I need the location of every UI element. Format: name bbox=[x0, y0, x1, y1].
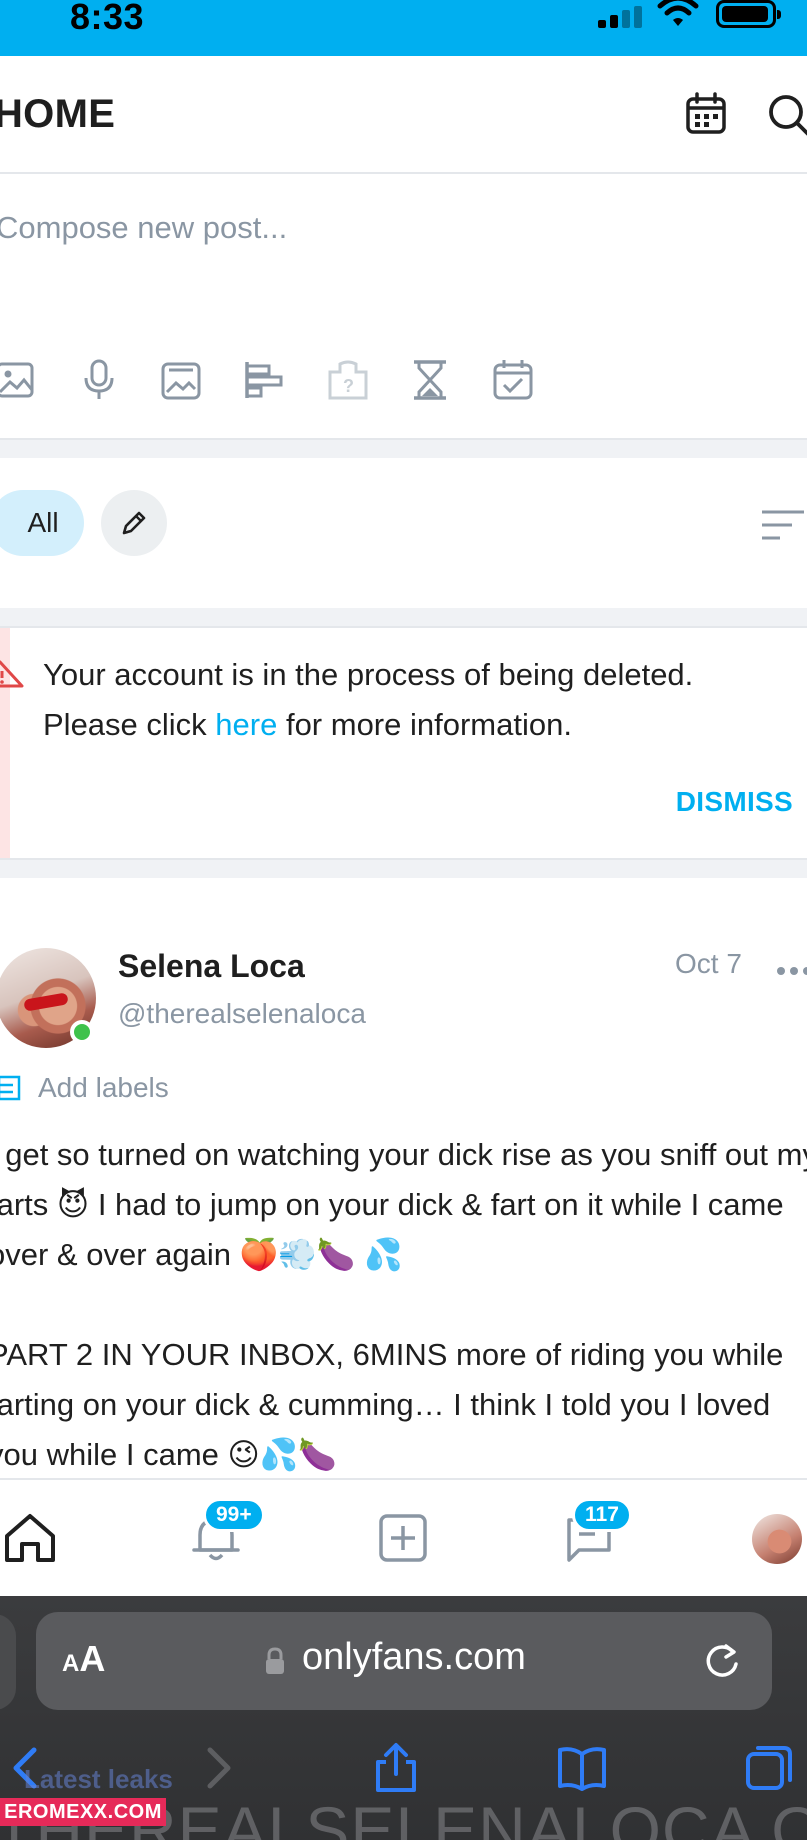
notifications-badge: 99+ bbox=[203, 1498, 265, 1532]
home-icon[interactable] bbox=[2, 1510, 58, 1566]
alert-line-2: Please click here for more information. bbox=[43, 700, 803, 750]
filter-chip-all[interactable]: All bbox=[0, 490, 84, 556]
aa-small-label: A bbox=[62, 1650, 80, 1677]
wifi-icon bbox=[657, 0, 699, 26]
alert-line-1: Your account is in the process of being … bbox=[43, 657, 694, 692]
alert-message: Your account is in the process of being … bbox=[43, 650, 803, 750]
section-divider bbox=[0, 608, 807, 626]
address-bar[interactable]: AA onlyfans.com bbox=[36, 1612, 772, 1710]
aa-large-label: A bbox=[79, 1638, 106, 1679]
previous-tab-peek[interactable] bbox=[0, 1614, 16, 1710]
more-options-icon[interactable] bbox=[776, 966, 807, 976]
poll-icon[interactable] bbox=[242, 358, 286, 402]
battery-icon bbox=[716, 0, 781, 28]
reader-settings-button[interactable]: AA bbox=[62, 1638, 105, 1680]
status-bar: 8:33 bbox=[0, 0, 807, 56]
alert-line-2-end: for more information. bbox=[277, 707, 572, 742]
lock-icon bbox=[266, 1647, 284, 1674]
reload-icon[interactable] bbox=[702, 1640, 742, 1682]
alert-here-link[interactable]: here bbox=[215, 707, 277, 742]
page-title: HOME bbox=[0, 92, 116, 136]
post-card: Selena Loca @therealselenaloca Oct 7 Add… bbox=[0, 878, 807, 1478]
add-labels-button[interactable]: Add labels bbox=[0, 1068, 169, 1108]
bookmarks-icon[interactable] bbox=[556, 1742, 608, 1794]
alert-line-2-start: Please click bbox=[43, 707, 216, 742]
pencil-icon bbox=[122, 511, 146, 535]
account-deletion-alert: Your account is in the process of being … bbox=[0, 626, 807, 860]
schedule-icon[interactable] bbox=[491, 358, 535, 402]
add-post-icon[interactable] bbox=[375, 1510, 431, 1566]
search-icon[interactable] bbox=[766, 92, 807, 136]
quiz-icon[interactable]: ? bbox=[326, 358, 370, 402]
post-date: Oct 7 bbox=[675, 948, 742, 979]
sort-icon[interactable] bbox=[760, 508, 806, 542]
add-labels-label: Add labels bbox=[38, 1072, 169, 1103]
app-header: HOME bbox=[0, 56, 807, 174]
site-watermark-badge: EROMEXX.COM bbox=[0, 1798, 166, 1826]
dismiss-button[interactable]: DISMISS bbox=[676, 786, 793, 818]
microphone-icon[interactable] bbox=[77, 358, 121, 402]
signal-icon bbox=[598, 6, 644, 28]
profile-avatar[interactable] bbox=[752, 1514, 802, 1564]
bottom-tab-bar: 99+ 117 bbox=[0, 1478, 807, 1596]
svg-text:?: ? bbox=[343, 376, 354, 396]
post-text: I get so turned on watching your dick ri… bbox=[0, 1137, 807, 1472]
edit-filters-button[interactable] bbox=[101, 490, 167, 556]
labels-icon bbox=[0, 1075, 21, 1101]
section-divider bbox=[0, 860, 807, 878]
calendar-icon[interactable] bbox=[684, 92, 728, 136]
post-author-name[interactable]: Selena Loca bbox=[118, 948, 305, 985]
online-status-dot bbox=[70, 1020, 94, 1044]
section-divider bbox=[0, 440, 807, 458]
image-icon[interactable] bbox=[0, 358, 38, 402]
tabs-icon[interactable] bbox=[744, 1742, 796, 1794]
hourglass-icon[interactable] bbox=[408, 358, 452, 402]
compose-input[interactable] bbox=[0, 210, 776, 246]
browser-toolbar: AA onlyfans.com Latest leaks THEREALSELE… bbox=[0, 1596, 807, 1840]
url-text: onlyfans.com bbox=[302, 1636, 526, 1678]
share-icon[interactable] bbox=[370, 1742, 422, 1794]
messages-badge: 117 bbox=[572, 1498, 632, 1532]
post-author-handle[interactable]: @therealselenaloca bbox=[118, 998, 366, 1030]
status-time: 8:33 bbox=[70, 0, 145, 37]
filter-bar: All bbox=[0, 458, 807, 608]
warning-icon bbox=[0, 660, 24, 688]
gallery-icon[interactable] bbox=[159, 358, 203, 402]
compose-box: ? bbox=[0, 174, 807, 440]
forward-icon[interactable] bbox=[190, 1742, 242, 1794]
watermark-latest-leaks: Latest leaks bbox=[24, 1764, 173, 1794]
